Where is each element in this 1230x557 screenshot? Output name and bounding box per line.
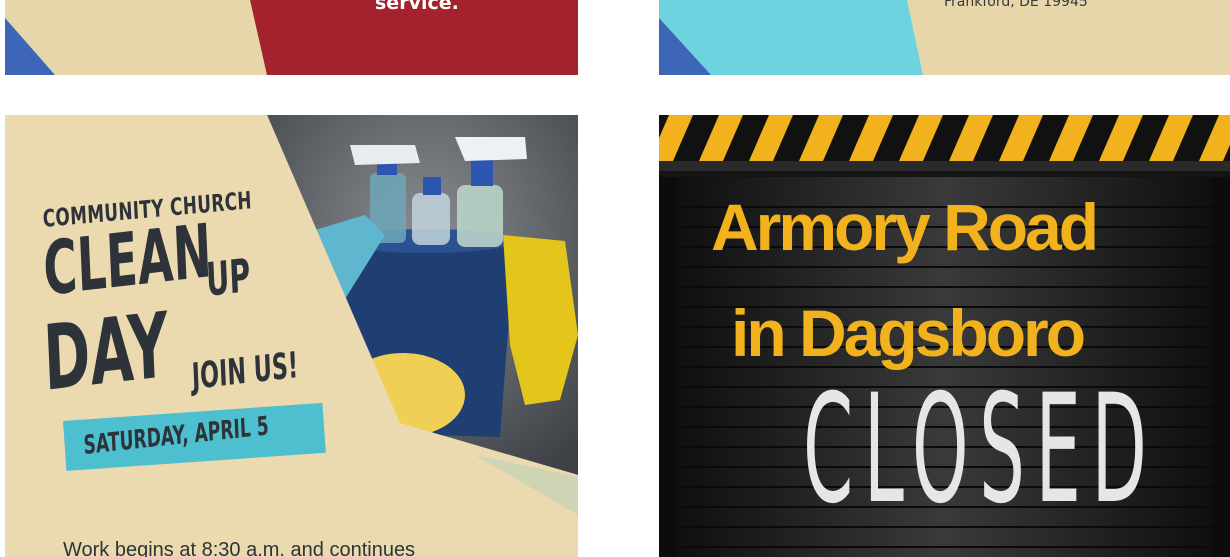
road-location: in Dagsboro bbox=[731, 296, 1086, 370]
road-name: Armory Road bbox=[711, 190, 1099, 264]
flyer-card-top-right[interactable]: Frankford, DE 19945 bbox=[659, 0, 1230, 75]
road-closed-flyer[interactable]: Armory Road in Dagsboro CLOSED bbox=[659, 115, 1230, 557]
top-left-shapes bbox=[5, 0, 578, 75]
flyer-card-top-left[interactable]: service. bbox=[5, 0, 578, 75]
closed-label: CLOSED bbox=[803, 363, 1158, 537]
flyer-headline-clean: CLEAN bbox=[41, 208, 214, 313]
address-text: Frankford, DE 19945 bbox=[944, 0, 1088, 10]
top-right-shapes bbox=[659, 0, 923, 75]
flyer-headline-up: UP bbox=[205, 248, 252, 307]
cleanup-day-flyer[interactable]: COMMUNITY CHURCH CLEAN UP DAY JOIN US! S… bbox=[5, 115, 578, 557]
flyer-text: service. bbox=[375, 0, 459, 14]
flyer-headline-day: DAY bbox=[41, 293, 171, 412]
flyer-body-text: Work begins at 8:30 a.m. and continues bbox=[63, 539, 416, 557]
